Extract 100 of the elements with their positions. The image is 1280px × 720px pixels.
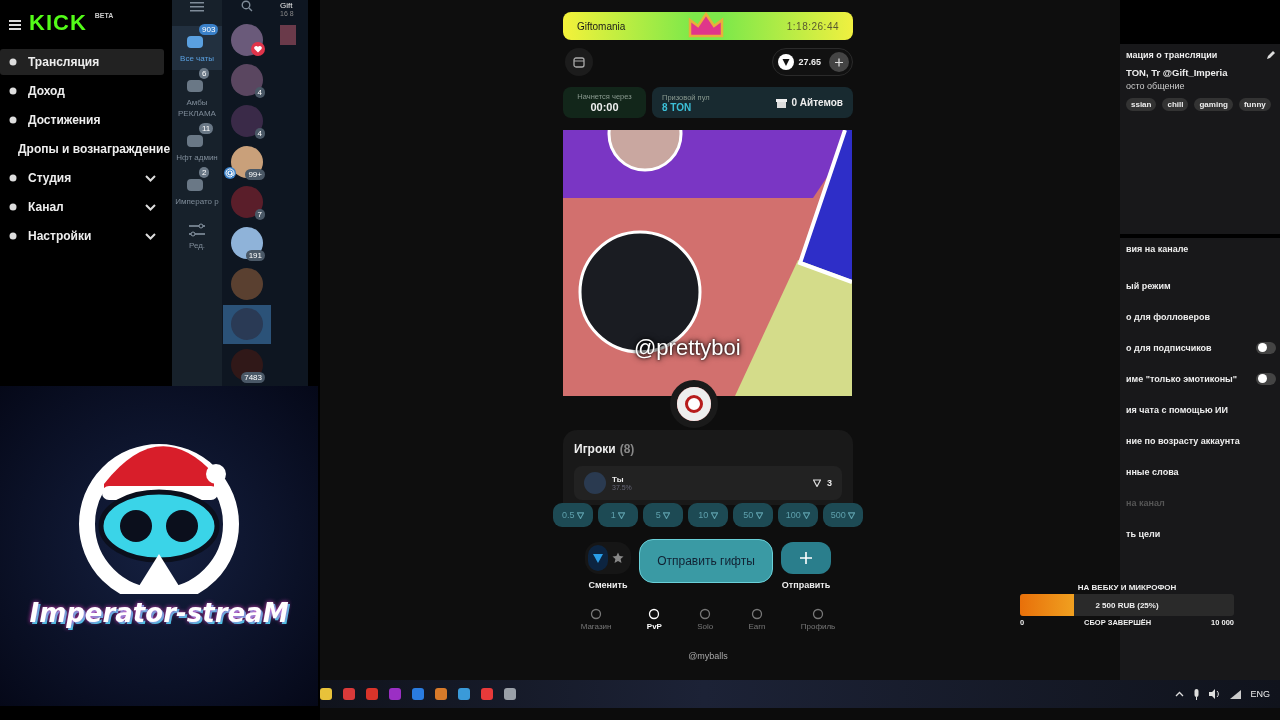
- avatar-placeholder: [231, 227, 263, 260]
- app-icon[interactable]: [435, 688, 447, 700]
- unread-count: 11: [199, 123, 214, 134]
- add-button[interactable]: [829, 52, 849, 72]
- send-gifts-button[interactable]: Отправить гифты: [639, 539, 773, 583]
- wifi-icon[interactable]: [1230, 689, 1242, 699]
- nav-tab[interactable]: Earn: [748, 608, 766, 631]
- unread-count: 7483: [241, 371, 265, 383]
- tab-icon: [648, 608, 661, 620]
- setting-label[interactable]: о для подписчиков: [1126, 342, 1212, 353]
- tag[interactable]: chill: [1162, 98, 1189, 111]
- setting-label[interactable]: о для фолловеров: [1126, 311, 1210, 322]
- setting-label[interactable]: ый режим: [1126, 280, 1171, 291]
- chat-folder[interactable]: 903 Все чаты: [172, 26, 222, 70]
- setting-label[interactable]: име "только эмотиконы": [1126, 373, 1238, 384]
- nav-icon: [8, 115, 18, 125]
- kick-logo[interactable]: KICK: [29, 12, 87, 34]
- sidebar-item[interactable]: Канал: [0, 194, 164, 220]
- menu-icon[interactable]: [9, 20, 21, 30]
- unread-count: 4: [254, 87, 265, 99]
- add-button[interactable]: [781, 542, 831, 574]
- nav-tab[interactable]: Магазин: [580, 608, 612, 631]
- sidebar-item[interactable]: Трансляция: [0, 49, 164, 75]
- unread-count: 6: [199, 68, 210, 79]
- plus-icon: [835, 57, 843, 67]
- app-icon[interactable]: [481, 688, 493, 700]
- tab-icon: [812, 608, 824, 620]
- ton-icon: [577, 512, 584, 520]
- player-bet: 3: [827, 478, 832, 488]
- ton-icon[interactable]: [588, 545, 608, 571]
- app-icon[interactable]: [458, 688, 470, 700]
- calendar-button[interactable]: [565, 48, 593, 76]
- setting-label[interactable]: нные слова: [1126, 466, 1179, 477]
- chat-folder[interactable]: 11 Нфт админ: [172, 125, 222, 169]
- event-banner[interactable]: Giftomania 1:18:26:44: [563, 12, 853, 40]
- chat-item[interactable]: 191: [223, 223, 271, 263]
- app-icon[interactable]: [412, 688, 424, 700]
- chat-item[interactable]: 99+: [223, 141, 271, 182]
- chevron-up-icon[interactable]: [1175, 691, 1185, 697]
- unread-count: 191: [245, 249, 265, 261]
- chat-folder[interactable]: 6 Амбы РЕКЛАМА: [172, 70, 222, 125]
- ton-icon: [663, 512, 671, 520]
- tag[interactable]: gaming: [1194, 98, 1233, 111]
- gift-icon: [776, 97, 788, 108]
- ton-icon: [755, 512, 763, 520]
- avatar-placeholder: [231, 186, 263, 219]
- sidebar-item[interactable]: Настройки: [0, 223, 164, 249]
- panel-title: вия на канале: [1126, 244, 1190, 254]
- ton-icon: [848, 512, 856, 520]
- chat-item[interactable]: 4: [223, 60, 271, 101]
- app-icon[interactable]: [343, 688, 355, 700]
- speaker-icon[interactable]: [1209, 689, 1222, 699]
- nav-icon: [8, 202, 18, 212]
- nav-tab[interactable]: Профиль: [800, 608, 836, 631]
- microphone-icon[interactable]: [1193, 688, 1201, 700]
- tag[interactable]: funny: [1238, 98, 1271, 111]
- setting-label[interactable]: ия чата с помощью ИИ: [1126, 404, 1229, 415]
- avatar-placeholder: [584, 472, 606, 494]
- chat-item[interactable]: 7: [223, 182, 271, 223]
- app-icon[interactable]: [320, 688, 332, 700]
- chat-item[interactable]: 4: [223, 101, 271, 141]
- setting-label[interactable]: ние по возрасту аккаунта: [1126, 435, 1240, 446]
- sidebar-item[interactable]: Студия: [0, 165, 164, 191]
- pencil-icon[interactable]: [1266, 50, 1276, 60]
- tag[interactable]: ssian: [1126, 98, 1157, 111]
- chat-folder[interactable]: 2 Императо р: [172, 169, 222, 213]
- goal-reading: 2 500 RUB (25%): [1095, 600, 1159, 610]
- toggle-switch[interactable]: [1256, 341, 1276, 354]
- ton-icon: [813, 479, 821, 487]
- unread-count: 7: [254, 209, 265, 221]
- nav-tab[interactable]: PvP: [646, 608, 662, 631]
- tab-icon: [699, 608, 712, 620]
- chat-title: Gift: [280, 1, 294, 10]
- nav-icon: [8, 57, 18, 67]
- chat-folder[interactable]: Ред.: [172, 213, 222, 257]
- avatar-placeholder: [231, 64, 263, 97]
- unread-count: 2: [199, 167, 210, 178]
- sidebar-item[interactable]: Доход: [0, 78, 164, 104]
- prize-pool-value: 8 TON: [662, 101, 692, 113]
- nav-icon: [8, 231, 18, 241]
- search-icon[interactable]: [241, 0, 253, 12]
- sidebar-item[interactable]: Достижения: [0, 107, 164, 133]
- toggle-switch[interactable]: [1256, 372, 1276, 385]
- chat-item[interactable]: 7483: [223, 345, 271, 385]
- setting-label[interactable]: ть цели: [1126, 528, 1161, 539]
- tab-icon: [590, 608, 603, 620]
- ton-icon: [710, 512, 718, 520]
- tab-icon: [751, 608, 763, 620]
- ton-icon: [778, 54, 795, 70]
- message-thumbnail: [280, 25, 296, 45]
- unread-count: 99+: [245, 168, 265, 180]
- avatar-placeholder: [231, 349, 263, 382]
- language-indicator[interactable]: ENG: [1250, 689, 1270, 699]
- stream-category: осто общение: [1126, 81, 1186, 91]
- unread-count: 903: [199, 24, 219, 35]
- app-icon[interactable]: [504, 688, 516, 700]
- sidebar-item[interactable]: Дропы и вознаграждение: [0, 136, 172, 162]
- nav-tab[interactable]: Solo: [697, 608, 714, 631]
- currency-toggle[interactable]: [585, 542, 631, 574]
- wheel-pointer-icon: [670, 380, 718, 428]
